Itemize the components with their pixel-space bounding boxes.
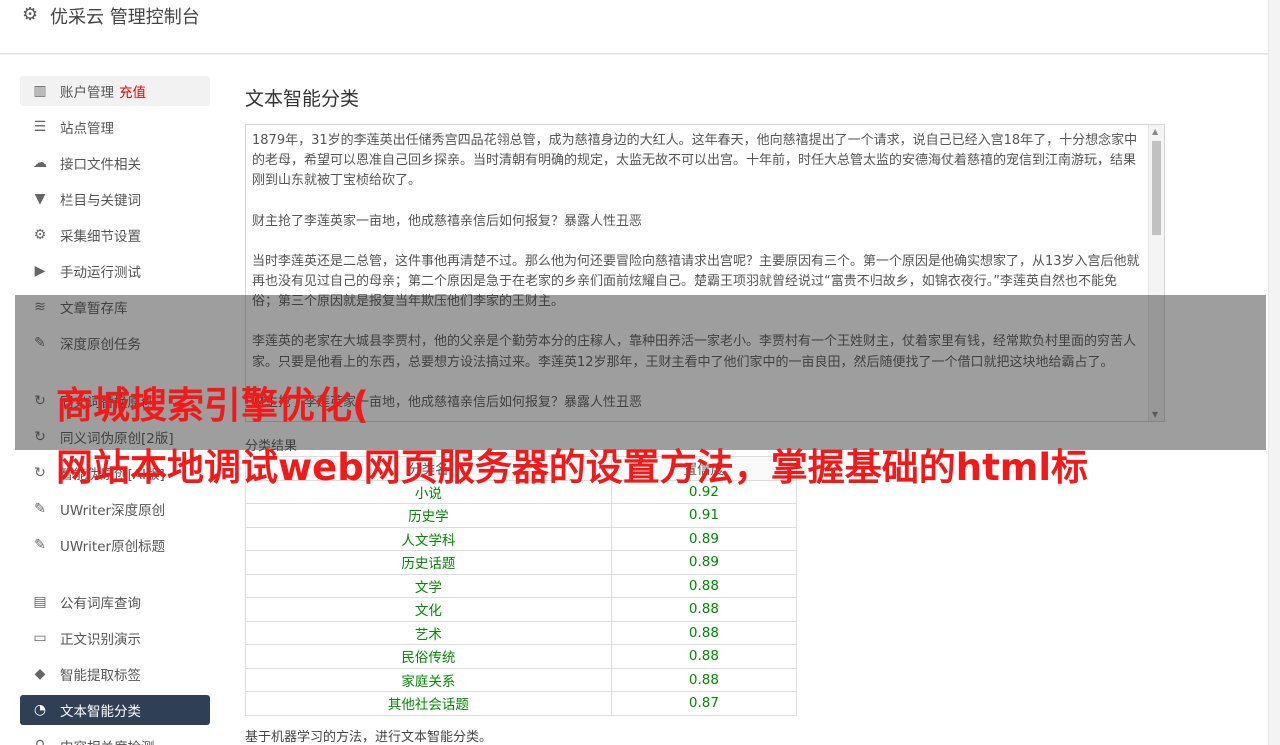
gear-icon: ⚙ <box>22 4 39 25</box>
edit-icon: ✎ <box>34 537 46 553</box>
sidebar-item-label: 公有词库查询 <box>60 596 141 612</box>
confidence-cell: 0.88 <box>610 620 798 645</box>
sidebar-item-label: 正文识别演示 <box>60 632 141 648</box>
page-title: 文本智能分类 <box>245 88 360 110</box>
filter-icon: ▼ <box>34 191 46 207</box>
sidebar-item-text-classify[interactable]: ◔ 文本智能分类 <box>20 695 210 725</box>
overlay-headline-2: 网站本地调试web网页服务器的设置方法，掌握基础的html标 <box>56 446 1089 489</box>
table-row: 其他社会话题 0.87 <box>245 691 798 716</box>
sidebar-item-tag-extract[interactable]: ◆ 智能提取标签 <box>20 659 210 689</box>
book-icon: ▤ <box>33 594 47 610</box>
sidebar-item-columns-keywords[interactable]: ▼ 栏目与关键词 <box>20 184 210 214</box>
sidebar-item-label: 智能提取标签 <box>60 668 141 684</box>
sidebar-item-public-lexicon[interactable]: ▤ 公有词库查询 <box>20 587 210 617</box>
table-row: 艺术 0.88 <box>245 620 798 645</box>
confidence-cell: 0.89 <box>610 526 798 551</box>
app-title: 优采云 管理控制台 <box>50 7 200 28</box>
confidence-cell: 0.88 <box>610 597 798 622</box>
sidebar-item-label: 栏目与关键词 <box>60 193 141 209</box>
monitor-icon: ▭ <box>33 630 47 646</box>
text-paragraph: 财主抢了李莲英家一亩地，他成慈禧亲信后如何报复？暴露人性丑恶 <box>252 213 643 229</box>
table-row: 人文学科 0.89 <box>245 526 798 551</box>
scroll-thumb[interactable] <box>1152 141 1161 235</box>
sidebar-item-label: 站点管理 <box>60 121 114 137</box>
category-cell: 文学 <box>245 573 612 598</box>
sidebar-item-label: UWriter深度原创 <box>60 503 166 519</box>
sidebar-item-manual-run[interactable]: ▶ 手动运行测试 <box>20 256 210 286</box>
sidebar-item-label: 内容相关度检测 <box>60 736 155 745</box>
category-cell: 民俗传统 <box>245 644 612 669</box>
category-cell: 家庭关系 <box>245 667 612 692</box>
confidence-cell: 0.89 <box>610 550 798 575</box>
overlay-headline-1: 商城搜索引擎优化( <box>56 384 369 427</box>
cloud-upload-icon: ☁ <box>33 155 47 171</box>
gears-icon: ⚙ <box>33 227 47 243</box>
sidebar-item-label: 账户管理 <box>60 85 114 101</box>
category-cell: 艺术 <box>245 620 612 645</box>
refresh-icon: ↻ <box>34 465 46 481</box>
confidence-cell: 0.88 <box>610 667 798 692</box>
confidence-cell: 0.87 <box>610 691 798 716</box>
category-cell: 文化 <box>245 597 612 622</box>
bar-chart-icon: ▥ <box>33 83 47 99</box>
table-row: 家庭关系 0.88 <box>245 667 798 692</box>
pie-chart-icon: ◔ <box>33 702 47 718</box>
sidebar-item-label: 文本智能分类 <box>60 704 141 720</box>
sidebar-item-relevance-check[interactable]: ⚲内容相关度检测 <box>20 731 210 745</box>
play-icon: ▶ <box>34 263 46 279</box>
sidebar-item-label: 采集细节设置 <box>60 229 141 245</box>
table-row: 文学 0.88 <box>245 573 798 598</box>
confidence-cell: 0.88 <box>610 644 798 669</box>
table-row: 历史话题 0.89 <box>245 550 798 575</box>
confidence-cell: 0.91 <box>610 503 798 528</box>
table-row: 历史学 0.91 <box>245 503 798 528</box>
sidebar-item-sites[interactable]: ☰ 站点管理 <box>20 112 210 142</box>
category-cell: 人文学科 <box>245 526 612 551</box>
top-header: ⚙ 优采云 管理控制台 <box>0 0 1268 54</box>
sidebar-item-uwriter-title[interactable]: ✎ UWriter原创标题 <box>20 530 210 560</box>
table-row: 民俗传统 0.88 <box>245 644 798 669</box>
recharge-link[interactable]: 充值 <box>119 81 146 101</box>
sidebar-item-label: UWriter原创标题 <box>60 539 166 555</box>
server-icon: ☰ <box>33 119 47 135</box>
table-row: 文化 0.88 <box>245 597 798 622</box>
scroll-up-icon[interactable]: ▲ <box>1152 127 1158 136</box>
page-scrollbar[interactable] <box>1268 0 1280 745</box>
sidebar-item-interface-files[interactable]: ☁ 接口文件相关 <box>20 148 210 178</box>
confidence-cell: 0.88 <box>610 573 798 598</box>
sidebar-item-text-recognition[interactable]: ▭ 正文识别演示 <box>20 623 210 653</box>
category-cell: 其他社会话题 <box>245 691 612 716</box>
search-icon: ⚲ <box>20 738 60 745</box>
results-table: 分类名 置信度 小说 0.92 历史学 0.91 人文学科 0.89 历史话题 0.89… <box>245 456 798 716</box>
sidebar-item-collect-settings[interactable]: ⚙ 采集细节设置 <box>20 220 210 250</box>
description-text: 基于机器学习的方法，进行文本智能分类。 <box>245 730 493 745</box>
edit-icon: ✎ <box>34 501 46 517</box>
sidebar-item-label: 手动运行测试 <box>60 265 141 281</box>
category-cell: 历史话题 <box>245 550 612 575</box>
category-cell: 历史学 <box>245 503 612 528</box>
sidebar-item-label: 接口文件相关 <box>60 157 141 173</box>
tag-icon: ◆ <box>34 666 46 682</box>
sidebar-item-account[interactable]: ▥ 账户管理 充值 <box>20 76 210 106</box>
sidebar-item-uwriter-deep[interactable]: ✎ UWriter深度原创 <box>20 494 210 524</box>
text-paragraph: 1879年，31岁的李莲英出任储秀宫四品花翎总管，成为慈禧身边的大红人。这年春天… <box>252 133 1138 189</box>
